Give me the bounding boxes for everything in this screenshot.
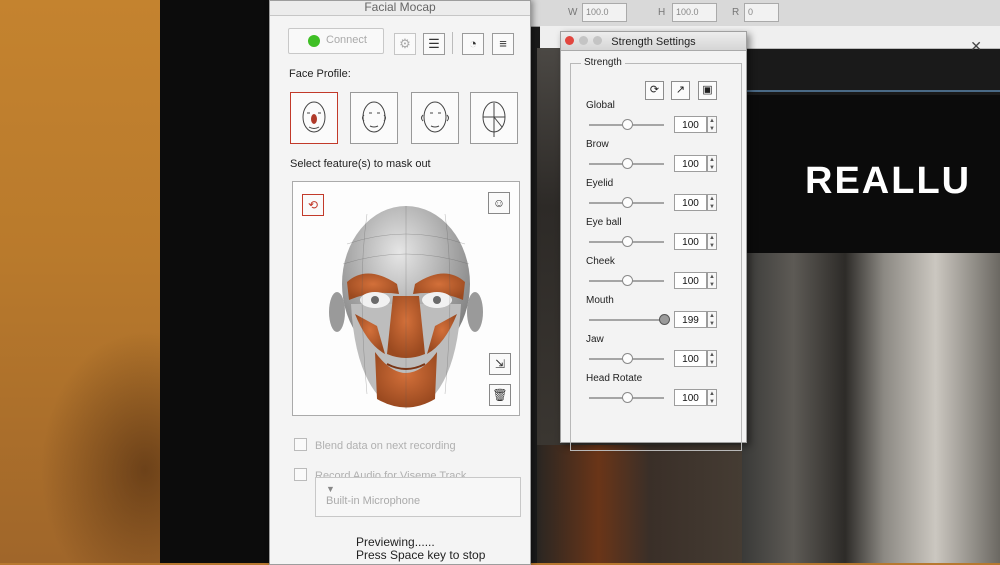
head-rotate-icon[interactable]: ◔: [462, 33, 484, 55]
w-field[interactable]: 100.0: [582, 3, 627, 22]
list-icon[interactable]: ☰: [423, 33, 445, 55]
strength-value-field[interactable]: 199: [674, 311, 707, 328]
connect-button[interactable]: Connect: [288, 28, 384, 54]
load-icon[interactable]: ↗: [671, 81, 690, 100]
strength-row-label: Eyelid: [586, 178, 614, 189]
h-label: H: [658, 7, 666, 18]
banner-accent-line: [742, 90, 1000, 92]
background-viewport-lower: [537, 445, 742, 563]
microphone-select[interactable]: Built-in Microphone ▼: [315, 477, 521, 517]
mask-toggle-icon[interactable]: ⟲: [302, 194, 324, 216]
strength-row-label: Mouth: [586, 295, 614, 306]
gear-icon[interactable]: ⚙: [394, 33, 416, 55]
mask-feature-area[interactable]: ⟲ ☺ ⇲ 🗑: [292, 181, 520, 416]
stepper-icon[interactable]: ▲ ▼: [707, 116, 717, 133]
slider-thumb[interactable]: [621, 236, 633, 247]
face-profile-custom[interactable]: [470, 92, 518, 144]
strength-title: Strength Settings: [611, 36, 696, 48]
face-right-icon: [421, 101, 449, 133]
trash-icon[interactable]: 🗑: [489, 384, 511, 406]
face-profile-label: Face Profile:: [289, 68, 351, 80]
preview-line-2: Press Space key to stop: [356, 548, 486, 562]
strength-group-label: Strength: [581, 57, 625, 68]
strength-value-field[interactable]: 100: [674, 233, 707, 250]
strength-value-field[interactable]: 100: [674, 350, 707, 367]
face-custom-icon: [482, 101, 506, 137]
mocap-title: Facial Mocap: [270, 1, 530, 16]
close-icon[interactable]: ✕: [970, 38, 982, 55]
blend-label: Blend data on next recording: [315, 440, 456, 452]
slider-thumb[interactable]: [621, 158, 633, 169]
stepper-icon[interactable]: ▲ ▼: [707, 194, 717, 211]
strength-value-field[interactable]: 100: [674, 194, 707, 211]
record-audio-checkbox[interactable]: [294, 468, 307, 481]
r-field[interactable]: 0: [744, 3, 779, 22]
w-label: W: [568, 7, 578, 18]
strength-row-label: Global: [586, 100, 615, 111]
slider-thumb[interactable]: [621, 197, 633, 208]
strength-row-label: Eye ball: [586, 217, 622, 228]
r-label: R: [732, 7, 740, 18]
strength-value-field[interactable]: 100: [674, 116, 707, 133]
slider-thumb[interactable]: [621, 353, 633, 364]
stepper-icon[interactable]: ▲ ▼: [707, 272, 717, 289]
face-left-icon: [362, 101, 386, 133]
preview-status: Previewing...... Press Space key to stop: [356, 536, 485, 562]
mask-select-icon[interactable]: ⇲: [489, 353, 511, 375]
strength-row-label: Cheek: [586, 256, 615, 267]
brand-text: REALLU: [805, 160, 972, 202]
face-profile-right[interactable]: [411, 92, 459, 144]
mask-label: Select feature(s) to mask out: [290, 158, 431, 170]
slider-thumb[interactable]: [658, 314, 670, 325]
status-dot-icon: [308, 35, 320, 47]
facial-mocap-panel: Facial Mocap Connect ⚙ ☰ ◔ ≡ Face Profil…: [269, 0, 531, 565]
strength-value-field[interactable]: 100: [674, 155, 707, 172]
strength-value-field[interactable]: 100: [674, 272, 707, 289]
connect-label: Connect: [326, 34, 367, 46]
face-settings-icon[interactable]: ☺: [488, 192, 510, 214]
microphone-value: Built-in Microphone: [326, 495, 421, 507]
blend-checkbox[interactable]: [294, 438, 307, 451]
stepper-icon[interactable]: ▲ ▼: [707, 233, 717, 250]
head-model: [329, 206, 483, 409]
background-scene: [742, 253, 1000, 563]
slider-thumb[interactable]: [621, 119, 633, 130]
blend-checkbox-row[interactable]: Blend data on next recording: [294, 438, 456, 452]
sliders-icon[interactable]: ≡: [492, 33, 514, 55]
reset-icon[interactable]: ⟳: [645, 81, 664, 100]
stepper-icon[interactable]: ▲ ▼: [707, 350, 717, 367]
strength-settings-panel: Strength Settings Strength ⟳ ↗ ▣ Global 1…: [560, 31, 747, 451]
background-toolbar: W 100.0 H 100.0 R 0: [520, 0, 1000, 27]
strength-row-label: Jaw: [586, 334, 604, 345]
stepper-icon[interactable]: ▲ ▼: [707, 311, 717, 328]
slider-track[interactable]: [589, 319, 664, 321]
face-profile-left[interactable]: [350, 92, 398, 144]
strength-row-label: Head Rotate: [586, 373, 643, 384]
strength-row-label: Brow: [586, 139, 609, 150]
slider-thumb[interactable]: [621, 392, 633, 403]
h-field[interactable]: 100.0: [672, 3, 717, 22]
slider-thumb[interactable]: [621, 275, 633, 286]
face-profile-front[interactable]: [290, 92, 338, 144]
stepper-icon[interactable]: ▲ ▼: [707, 389, 717, 406]
toolbar-divider: [452, 32, 453, 54]
strength-value-field[interactable]: 100: [674, 389, 707, 406]
chevron-down-icon: ▼: [326, 484, 335, 494]
stepper-icon[interactable]: ▲ ▼: [707, 155, 717, 172]
strength-titlebar: Strength Settings: [561, 32, 746, 51]
monitor-bezel: [160, 0, 280, 563]
save-icon[interactable]: ▣: [698, 81, 717, 100]
face-front-icon: [302, 101, 326, 133]
